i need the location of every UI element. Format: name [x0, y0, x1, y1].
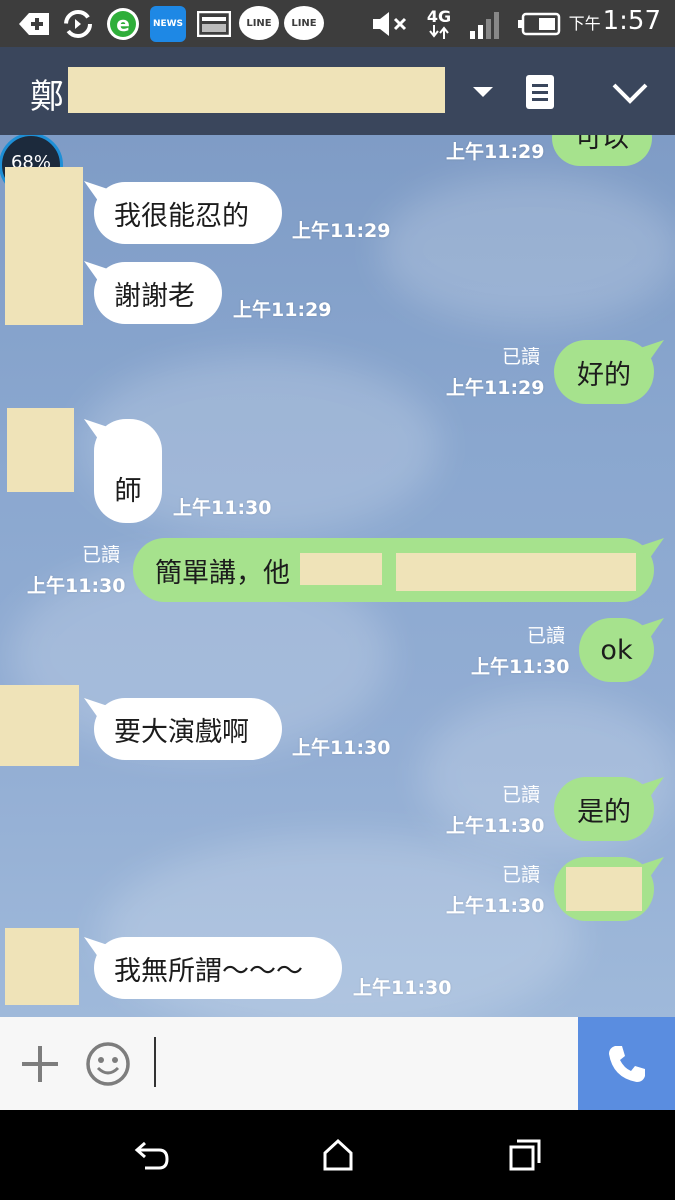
message-time: 上午11:29: [446, 141, 545, 163]
redacted-text: [566, 867, 642, 911]
message-time: 上午11:29: [292, 220, 391, 242]
message-input[interactable]: [150, 1017, 576, 1110]
message-bubble-incoming[interactable]: 謝謝老: [94, 262, 222, 324]
message-text: 好的: [577, 359, 631, 391]
read-receipt: 已讀: [502, 784, 541, 806]
back-icon[interactable]: [126, 1130, 176, 1180]
message-time: 上午11:30: [446, 895, 545, 917]
message-text: 要大演戲啊: [114, 716, 249, 748]
emoji-icon[interactable]: [84, 1040, 132, 1088]
screenshot-icon: [196, 6, 232, 42]
mute-icon: [370, 6, 410, 42]
browser-e-icon: e: [104, 6, 142, 42]
home-icon[interactable]: [313, 1130, 363, 1180]
redacted-avatar: [5, 928, 79, 1005]
svg-text:e: e: [116, 12, 130, 36]
chevron-down-icon[interactable]: [608, 75, 652, 111]
battery-icon: [516, 6, 562, 42]
read-receipt: 已讀: [527, 625, 566, 647]
message-text: 可以: [575, 135, 629, 154]
redacted-avatar: [5, 167, 83, 325]
read-receipt: 已讀: [82, 544, 121, 566]
message-time: 上午11:29: [446, 377, 545, 399]
read-receipt: 已讀: [502, 346, 541, 368]
redacted-avatar: [7, 408, 74, 492]
sync-icon: [60, 6, 96, 42]
redacted-text: [300, 553, 382, 585]
text-cursor: [154, 1037, 156, 1087]
message-bubble-incoming[interactable]: 我很能忍的: [94, 182, 282, 244]
message-text: 我很能忍的: [114, 200, 249, 232]
line-icon: LINE: [284, 6, 324, 40]
line-icon: LINE: [239, 6, 279, 40]
message-time: 上午11:30: [27, 575, 126, 597]
message-bubble-incoming[interactable]: 師: [94, 419, 162, 523]
message-text: 我無所謂～～～: [114, 955, 303, 987]
add-icon: [16, 6, 52, 42]
message-text: ok: [600, 634, 633, 666]
message-bubble-incoming[interactable]: 我無所謂～～～: [94, 937, 342, 999]
message-text: 謝謝老: [114, 280, 195, 312]
message-bubble-outgoing[interactable]: 可以: [552, 135, 652, 166]
news-app-icon: NEWS: [150, 6, 186, 42]
clock: 下午 1:57: [568, 6, 661, 36]
message-time: 上午11:29: [233, 299, 332, 321]
message-bubble-incoming[interactable]: 要大演戲啊: [94, 698, 282, 760]
message-time: 上午11:30: [292, 737, 391, 759]
redacted-name: [68, 67, 445, 113]
message-text: 師: [114, 475, 142, 507]
plus-icon[interactable]: [18, 1042, 62, 1086]
redacted-avatar: [0, 685, 79, 766]
message-time: 上午11:30: [353, 977, 452, 999]
chat-header: 鄭: [0, 47, 675, 135]
message-text: 是的: [577, 796, 631, 828]
chat-area[interactable]: 上午11:29 可以 68% 我很能忍的 上午11:29 謝謝老 上午11:29…: [0, 135, 675, 1017]
dropdown-arrow-icon[interactable]: [468, 77, 498, 107]
network-type: 4G: [422, 6, 456, 42]
message-text: 簡單講，他: [155, 557, 290, 589]
input-bar: [0, 1017, 675, 1110]
navigation-bar: [0, 1110, 675, 1200]
notes-icon[interactable]: [522, 73, 558, 113]
status-bar: e NEWS LINE LINE 4G 下午 1:57: [0, 0, 675, 47]
background-cloud: [380, 175, 675, 325]
message-time: 上午11:30: [446, 815, 545, 837]
recent-apps-icon[interactable]: [500, 1130, 550, 1180]
read-receipt: 已讀: [502, 864, 541, 886]
message-time: 上午11:30: [471, 656, 570, 678]
message-time: 上午11:30: [173, 497, 272, 519]
call-button[interactable]: [578, 1017, 675, 1110]
redacted-text: [396, 553, 636, 591]
signal-icon: [466, 6, 506, 42]
chat-title: 鄭: [30, 77, 64, 117]
phone-icon: [608, 1045, 645, 1082]
